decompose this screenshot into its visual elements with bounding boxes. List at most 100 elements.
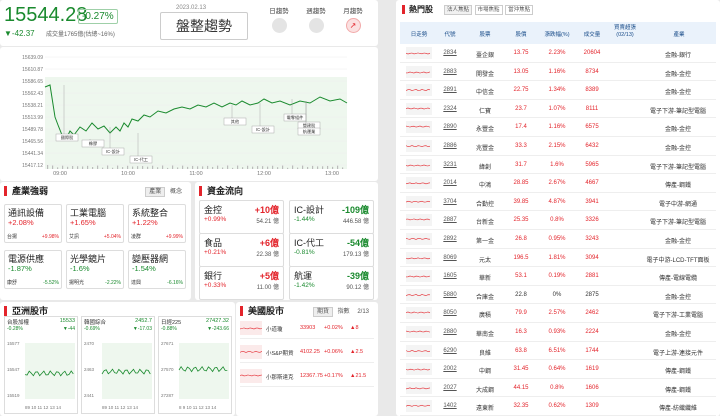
asia-market-card[interactable]: 日經225 27427.32 -0.88% ▼-243.66 27671 27570 272…: [158, 316, 232, 414]
stock-name[interactable]: 中鋼: [466, 366, 504, 375]
stock-name[interactable]: 永豐金: [466, 124, 504, 133]
market-change: ▼-243.66: [207, 326, 229, 332]
stock-code[interactable]: 3704: [436, 199, 464, 205]
stock-code[interactable]: 2834: [436, 50, 464, 56]
stock-name[interactable]: 兆豐金: [466, 143, 504, 152]
stock-name[interactable]: 遠東新: [466, 403, 504, 412]
stock-name[interactable]: 中鴻: [466, 180, 504, 189]
intraday-chart[interactable]: 15639.09 15610.87 15586.65 15562.43 15538.21…: [0, 47, 378, 181]
stock-ind: 電子中游-LCD-TFT面板: [646, 257, 710, 264]
us-market-row[interactable]: 小那斯達克 12367.75 +0.17% ▲21.5: [240, 366, 374, 387]
asia-market-card[interactable]: 台股加權 15533 -0.28% ▼-44 15577 15547 15519 89 10 …: [4, 316, 78, 414]
stock-code[interactable]: 2892: [436, 236, 464, 242]
hot-stock-row[interactable]: 1605 華新 53.1 0.19% 2881 傳產-電線電纜: [400, 267, 716, 286]
stock-name[interactable]: 合庫金: [466, 292, 504, 301]
weekly-trend-toggle[interactable]: 週趨勢: [299, 5, 333, 33]
hot-stock-row[interactable]: 2002 中鋼 31.45 0.64% 1619 傳產-鋼鐵: [400, 360, 716, 379]
industry-cell[interactable]: 變壓器網 -1.54% 達興 -6.16%: [128, 250, 186, 289]
stock-code[interactable]: 2014: [436, 180, 464, 186]
stock-code[interactable]: 3231: [436, 162, 464, 168]
stock-name[interactable]: 仁寶: [466, 106, 504, 115]
hot-stock-row[interactable]: 8050 廣積 79.9 2.57% 2462 電子下游-工業電腦: [400, 304, 716, 323]
hot-stock-row[interactable]: 2890 永豐金 17.4 1.16% 6575 金融-金控: [400, 118, 716, 137]
industry-cell[interactable]: 通訊設備 +2.08% 台揚 +9.98%: [4, 204, 62, 243]
stock-name[interactable]: 元太: [466, 255, 504, 264]
stock-name[interactable]: 華南金: [466, 329, 504, 338]
stock-sparkline: [406, 140, 432, 152]
tab-futures[interactable]: 期貨: [312, 307, 333, 317]
fundflow-cell[interactable]: 銀行 +5億 +0.33% 11.00 億: [199, 266, 284, 300]
hot-stock-row[interactable]: 2887 台新金 25.35 0.8% 3326 電子下游-筆記型電腦: [400, 211, 716, 230]
stock-name[interactable]: 緯創: [466, 162, 504, 171]
industry-cell[interactable]: 光學鏡片 -1.6% 揚明光 -2.22%: [66, 250, 124, 289]
hot-stock-row[interactable]: 1402 遠東新 32.35 0.62% 1309 傳產-紡織纖維: [400, 397, 716, 416]
tab-concept[interactable]: 概念: [167, 188, 185, 196]
hot-stock-row[interactable]: 2324 仁寶 23.7 1.07% 8111 電子下游-筆記型電腦: [400, 100, 716, 119]
tab-market[interactable]: 市場焦點: [474, 5, 503, 15]
tab-daytrade[interactable]: 當沖焦點: [505, 5, 534, 15]
us-market-row[interactable]: 小道瓊 33903 +0.02% ▲8: [240, 318, 374, 339]
stock-ind: 金融-金控: [665, 90, 691, 97]
stock-pct: 1.34%: [548, 87, 566, 94]
stock-name[interactable]: 中信金: [466, 87, 504, 96]
stock-name[interactable]: 廣積: [466, 310, 504, 319]
stock-code[interactable]: 2883: [436, 69, 464, 75]
stock-price: 53.1: [515, 273, 527, 280]
stock-code[interactable]: 2324: [436, 106, 464, 112]
stock-code[interactable]: 2890: [436, 124, 464, 130]
stock-code[interactable]: 1605: [436, 273, 464, 279]
stock-code[interactable]: 2886: [436, 143, 464, 149]
stock-name[interactable]: 大成鋼: [466, 385, 504, 394]
y-tick-label: 15639.09: [22, 55, 43, 61]
hot-stock-row[interactable]: 5880 合庫金 22.8 0% 2875 金融-金控: [400, 286, 716, 305]
stock-name[interactable]: 臺企銀: [466, 50, 504, 59]
industry-cell[interactable]: 工業電腦 +1.65% 艾訊 +5.04%: [66, 204, 124, 243]
hot-stock-row[interactable]: 2883 開發金 13.05 1.16% 8734 金融-金控: [400, 63, 716, 82]
tab-index[interactable]: 指數: [335, 308, 353, 316]
stock-code[interactable]: 5880: [436, 292, 464, 298]
stock-code[interactable]: 2880: [436, 329, 464, 335]
hot-stock-row[interactable]: 2886 兆豐金 33.3 2.15% 6432 金融-金控: [400, 137, 716, 156]
stock-code[interactable]: 8050: [436, 310, 464, 316]
stock-name[interactable]: 第一金: [466, 236, 504, 245]
fundflow-cell[interactable]: 金控 +10億 +0.99% 54.21 億: [199, 200, 284, 234]
stock-code[interactable]: 6290: [436, 348, 464, 354]
stock-name[interactable]: 合勤控: [466, 199, 504, 208]
fundflow-cell[interactable]: IC-設計 -109億 -1.44% 446.58 億: [289, 200, 374, 234]
hot-stock-row[interactable]: 2834 臺企銀 13.75 2.23% 20604 金融-銀行: [400, 44, 716, 63]
hot-stock-row[interactable]: 6290 良維 63.8 6.51% 1744 電子上游-連接元件: [400, 342, 716, 361]
hot-stock-row[interactable]: 2014 中鴻 28.85 2.67% 4667 傳產-鋼鐵: [400, 174, 716, 193]
hot-stock-row[interactable]: 2891 中信金 22.75 1.34% 8389 金融-金控: [400, 81, 716, 100]
stock-code[interactable]: 2027: [436, 385, 464, 391]
stock-code[interactable]: 1402: [436, 403, 464, 409]
hot-stock-row[interactable]: 8069 元太 196.5 1.81% 3094 電子中游-LCD-TFT面板: [400, 249, 716, 268]
volume-bar: [52, 165, 54, 169]
fundflow-cell[interactable]: 食品 +6億 +0.21% 22.38 億: [199, 233, 284, 267]
hot-stock-row[interactable]: 2892 第一金 26.8 0.95% 3243 金融-金控: [400, 230, 716, 249]
monthly-trend-toggle[interactable]: 月趨勢 ↗: [336, 5, 370, 33]
stock-name[interactable]: 華新: [466, 273, 504, 282]
industry-cell[interactable]: 電源供應 -1.87% 康舒 -5.52%: [4, 250, 62, 289]
daily-trend-toggle[interactable]: 日趨勢: [262, 5, 296, 33]
stock-name[interactable]: 台新金: [466, 217, 504, 226]
us-market-row[interactable]: 小S&P期貨 4102.25 +0.06% ▲2.5: [240, 342, 374, 363]
hot-stock-row[interactable]: 3231 緯創 31.7 1.6% 5965 電子下游-筆記型電腦: [400, 156, 716, 175]
stock-code[interactable]: 2891: [436, 87, 464, 93]
stock-code[interactable]: 2887: [436, 217, 464, 223]
hot-stock-row[interactable]: 2027 大成鋼 44.15 0.8% 1606 傳產-鋼鐵: [400, 379, 716, 398]
stock-code[interactable]: 8069: [436, 255, 464, 261]
hot-stock-row[interactable]: 3704 合勤控 39.85 4.87% 3941 電子中游-網通: [400, 193, 716, 212]
market-name: 韓國綜合: [84, 320, 107, 326]
stock-name[interactable]: 良維: [466, 348, 504, 357]
market-name: 台股加權: [7, 320, 30, 326]
tab-industry[interactable]: 產業: [145, 187, 166, 197]
industry-cell[interactable]: 系統整合 +1.22% 凌群 +9.99%: [128, 204, 186, 243]
stock-code[interactable]: 2002: [436, 366, 464, 372]
asia-market-card[interactable]: 韓國綜合 2452.7 -0.69% ▼-17.03 2470 2463 2441 89 10…: [81, 316, 155, 414]
fundflow-cell[interactable]: 航運 -39億 -1.42% 90.12 億: [289, 266, 374, 300]
stock-name[interactable]: 開發金: [466, 69, 504, 78]
hot-stock-row[interactable]: 2880 華南金 16.3 0.93% 2224 金融-金控: [400, 323, 716, 342]
fundflow-cell[interactable]: IC-代工 -54億 -0.81% 179.13 億: [289, 233, 374, 267]
stock-price: 31.45: [513, 366, 529, 373]
tab-institutional[interactable]: 法人焦點: [444, 5, 473, 15]
